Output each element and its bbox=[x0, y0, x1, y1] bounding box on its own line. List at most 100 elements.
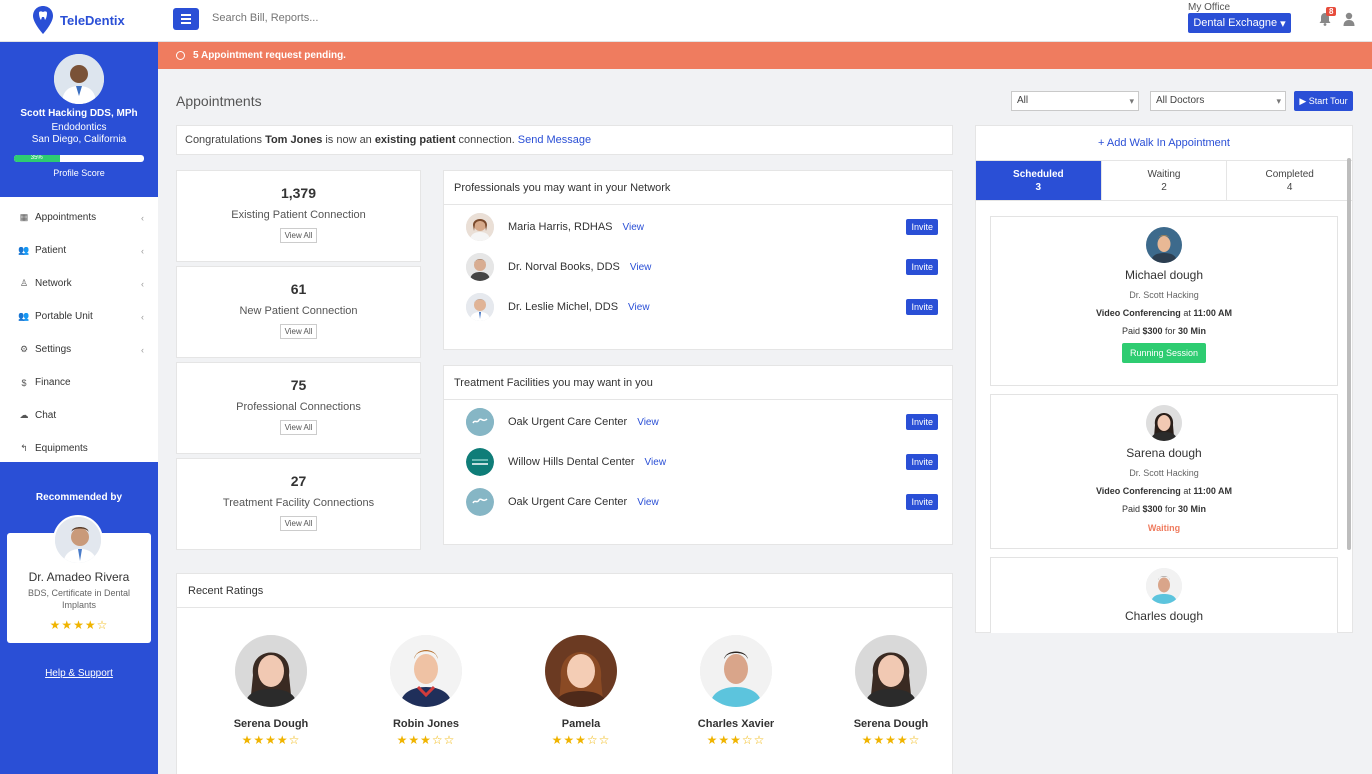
sidebar-item-patient[interactable]: 👥 Patient ‹ bbox=[0, 234, 158, 267]
recommended-stars: ★★★★☆ bbox=[49, 618, 109, 632]
sidebar-item-label: Settings bbox=[35, 344, 72, 355]
tab-label: Completed bbox=[1265, 169, 1314, 180]
view-all-button[interactable]: View All bbox=[279, 228, 318, 243]
rater-avatar bbox=[390, 635, 462, 707]
rating-item[interactable]: Pamela ★★★☆☆ bbox=[521, 635, 641, 747]
sidebar-item-appointments[interactable]: ▦ Appointments ‹ bbox=[0, 201, 158, 234]
rater-name: Pamela bbox=[561, 718, 601, 730]
office-label: My Office bbox=[1188, 2, 1231, 13]
appointment-card[interactable]: Michael dough Dr. Scott Hacking Video Co… bbox=[990, 216, 1338, 386]
sidebar-item-label: Portable Unit bbox=[35, 311, 93, 322]
recommended-name: Dr. Amadeo Rivera bbox=[28, 570, 130, 584]
patient-avatar bbox=[1146, 568, 1182, 604]
professionals-title: Professionals you may want in your Netwo… bbox=[444, 171, 952, 205]
facility-name: Willow Hills Dental Center bbox=[508, 456, 635, 468]
view-link[interactable]: View bbox=[637, 497, 659, 508]
appointment-card[interactable]: Sarena dough Dr. Scott Hacking Video Con… bbox=[990, 394, 1338, 549]
invite-button[interactable]: Invite bbox=[906, 454, 938, 470]
stat-card: 61 New Patient Connection View All bbox=[176, 266, 421, 358]
rater-stars: ★★★★☆ bbox=[241, 733, 301, 747]
rater-avatar bbox=[700, 635, 772, 707]
view-all-button[interactable]: View All bbox=[279, 324, 318, 339]
rater-stars: ★★★★☆ bbox=[861, 733, 921, 747]
doctor-filter-select[interactable]: All Doctors bbox=[1150, 91, 1286, 111]
appointment-mode: Video Conferencing at 11:00 AM bbox=[991, 486, 1337, 496]
sidebar-item-equipments[interactable]: ↰ Equipments bbox=[0, 432, 158, 465]
professional-name: Dr. Leslie Michel, DDS bbox=[508, 301, 619, 313]
stat-label: Existing Patient Connection bbox=[231, 209, 366, 221]
tab-count: 2 bbox=[1161, 182, 1167, 193]
invite-button[interactable]: Invite bbox=[906, 219, 938, 235]
dollar-icon: $ bbox=[21, 377, 27, 388]
rater-name: Charles Xavier bbox=[697, 718, 775, 730]
sidebar-item-network[interactable]: ♙ Network ‹ bbox=[0, 267, 158, 300]
sidebar-item-chat[interactable]: ☁ Chat bbox=[0, 399, 158, 432]
paid-label: Paid bbox=[1121, 504, 1140, 514]
sitemap-icon: ♙ bbox=[19, 278, 29, 288]
patient-name: Michael dough bbox=[1124, 268, 1204, 282]
view-link[interactable]: View bbox=[630, 262, 652, 273]
rating-item[interactable]: Serena Dough ★★★★☆ bbox=[211, 635, 331, 747]
view-link[interactable]: View bbox=[628, 302, 650, 313]
add-walk-in-button[interactable]: + Add Walk In Appointment bbox=[976, 126, 1352, 160]
view-link[interactable]: View bbox=[637, 417, 659, 428]
stat-value: 75 bbox=[290, 377, 307, 393]
view-link[interactable]: View bbox=[623, 222, 645, 233]
invite-button[interactable]: Invite bbox=[906, 414, 938, 430]
rating-item[interactable]: Charles Xavier ★★★☆☆ bbox=[676, 635, 796, 747]
chevron-left-icon: ‹ bbox=[141, 311, 144, 322]
alert-text: 5 Appointment request pending. bbox=[193, 50, 346, 61]
facility-logo-icon bbox=[466, 488, 494, 516]
tab-scheduled[interactable]: Scheduled 3 bbox=[976, 161, 1102, 200]
rater-stars: ★★★☆☆ bbox=[551, 733, 611, 747]
send-message-link[interactable]: Send Message bbox=[518, 134, 591, 146]
gear-icon: ⚙ bbox=[19, 344, 29, 354]
congrats-patient: Tom Jones bbox=[265, 134, 323, 146]
appointment-card[interactable]: Charles dough bbox=[990, 557, 1338, 633]
facility-logo-icon bbox=[466, 408, 494, 436]
office-dropdown[interactable]: Dental Exchagne ▾ bbox=[1188, 13, 1291, 33]
profile-card: Scott Hacking DDS, MPh Endodontics San D… bbox=[0, 42, 158, 197]
list-item: Oak Urgent Care Center View Invite bbox=[444, 482, 952, 522]
office-dropdown-label: Dental Exchagne bbox=[1193, 17, 1278, 29]
sidebar-item-finance[interactable]: $ Finance bbox=[0, 366, 158, 399]
profile-avatar[interactable] bbox=[54, 54, 104, 104]
search-input[interactable] bbox=[212, 12, 412, 24]
view-all-button[interactable]: View All bbox=[279, 516, 318, 531]
start-tour-button[interactable]: ▶ Start Tour bbox=[1294, 91, 1353, 111]
mode-label: Video Conferencing bbox=[1095, 308, 1181, 318]
status-filter-select[interactable]: All bbox=[1011, 91, 1139, 111]
tab-completed[interactable]: Completed 4 bbox=[1227, 161, 1352, 200]
view-link[interactable]: View bbox=[645, 457, 667, 468]
sidebar-item-settings[interactable]: ⚙ Settings ‹ bbox=[0, 333, 158, 366]
rating-item[interactable]: Robin Jones ★★★☆☆ bbox=[366, 635, 486, 747]
list-item: Dr. Norval Books, DDS View Invite bbox=[444, 247, 952, 287]
list-item: Oak Urgent Care Center View Invite bbox=[444, 402, 952, 442]
tab-label: Waiting bbox=[1147, 169, 1181, 180]
stat-value: 27 bbox=[290, 473, 307, 489]
rater-avatar bbox=[235, 635, 307, 707]
invite-button[interactable]: Invite bbox=[906, 494, 938, 510]
running-session-button[interactable]: Running Session bbox=[1121, 343, 1207, 363]
logo[interactable]: TeleDentix bbox=[32, 5, 125, 35]
recommended-degree: BDS, Certificate in Dental Implants bbox=[27, 588, 131, 610]
help-support-link[interactable]: Help & Support bbox=[0, 668, 158, 679]
invite-button[interactable]: Invite bbox=[906, 299, 938, 315]
user-icon[interactable] bbox=[1343, 12, 1355, 26]
avatar bbox=[466, 213, 494, 241]
profile-score-fill: 35% bbox=[14, 155, 60, 162]
tab-waiting[interactable]: Waiting 2 bbox=[1102, 161, 1228, 200]
pending-alert[interactable]: 5 Appointment request pending. bbox=[158, 42, 1372, 69]
scrollbar[interactable] bbox=[1347, 158, 1351, 550]
mode-at: at bbox=[1183, 486, 1191, 496]
rating-item[interactable]: Serena Dough ★★★★☆ bbox=[831, 635, 951, 747]
recommended-card[interactable]: Dr. Amadeo Rivera BDS, Certificate in De… bbox=[7, 515, 151, 643]
menu-toggle-button[interactable] bbox=[173, 8, 199, 30]
view-all-button[interactable]: View All bbox=[279, 420, 318, 435]
invite-button[interactable]: Invite bbox=[906, 259, 938, 275]
congrats-banner: Congratulations Tom Jones is now an exis… bbox=[176, 125, 953, 155]
sidebar-item-portable-unit[interactable]: 👥 Portable Unit ‹ bbox=[0, 300, 158, 333]
profile-score-bar: 35% bbox=[14, 155, 144, 162]
stat-value: 61 bbox=[290, 281, 307, 297]
doctor-name: Dr. Scott Hacking bbox=[1129, 468, 1199, 478]
